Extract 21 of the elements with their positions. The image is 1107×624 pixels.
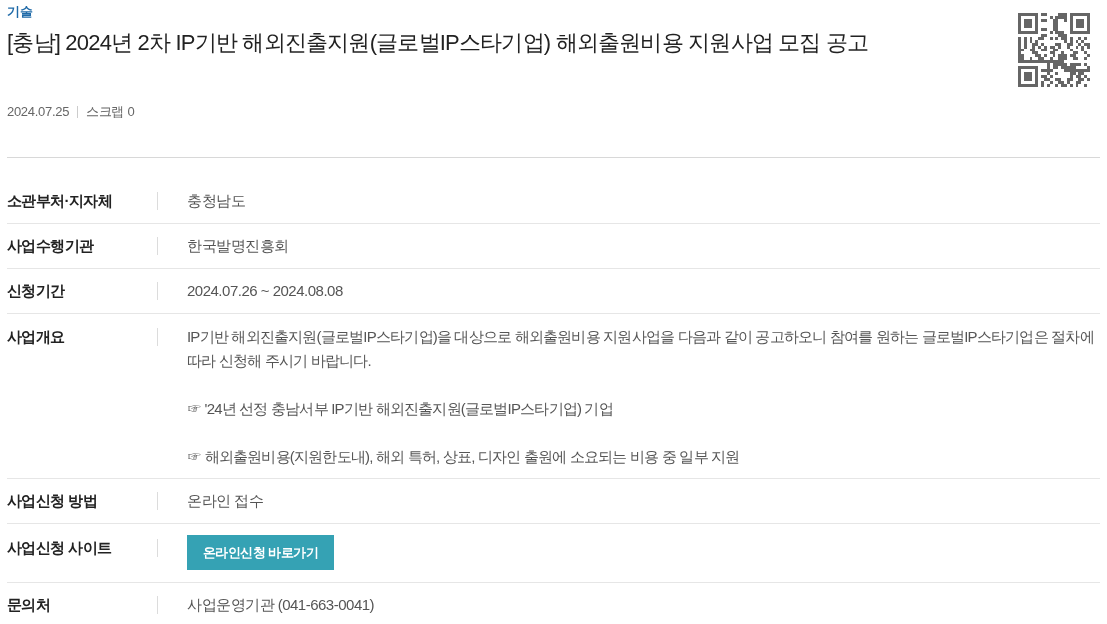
field-label: 신청기간 (7, 281, 66, 301)
field-value: 2024.07.26 ~ 2024.08.08 (187, 281, 343, 301)
post-title: [충남] 2024년 2차 IP기반 해외진출지원(글로벌IP스타기업) 해외출원비용 지원사업 모집 공고 (7, 29, 869, 57)
field-label: 사업개요 (7, 327, 66, 347)
field-label: 소관부처·지자체 (7, 191, 114, 211)
field-value: 온라인 접수 (187, 491, 264, 511)
field-label: 사업수행기관 (7, 236, 95, 256)
qr-code-icon (1018, 13, 1090, 87)
description-paragraph: IP기반 해외진출지원(글로벌IP스타기업)을 대상으로 해외출원비용 지원사업을 다음과 같이 공고하오니 참여를 원하는 글로벌IP스타기업은 절차에 따라 신청해 주시기 바랍니다. (187, 327, 1095, 371)
description-paragraph: ☞ 해외출원비용(지원한도내), 해외 특허, 상표, 디자인 출원에 소요되는 비용 중 일부 지원 (187, 447, 741, 467)
field-label: 문의처 (7, 595, 52, 615)
category-label: 기술 (7, 4, 33, 20)
online-apply-button[interactable]: 온라인신청 바로가기 (187, 535, 334, 570)
scrap-count: 스크랩 0 (86, 103, 135, 121)
field-value: 한국발명진흥회 (187, 236, 289, 256)
field-value: 충청남도 (187, 191, 245, 211)
field-value: 사업운영기관 (041-663-0041) (187, 595, 375, 615)
field-label: 사업신청 사이트 (7, 538, 113, 558)
description-paragraph: ☞ '24년 선정 충남서부 IP기반 해외진출지원(글로벌IP스타기업) 기업 (187, 399, 614, 419)
field-label: 사업신청 방법 (7, 491, 98, 511)
post-date: 2024.07.25 (7, 103, 70, 121)
